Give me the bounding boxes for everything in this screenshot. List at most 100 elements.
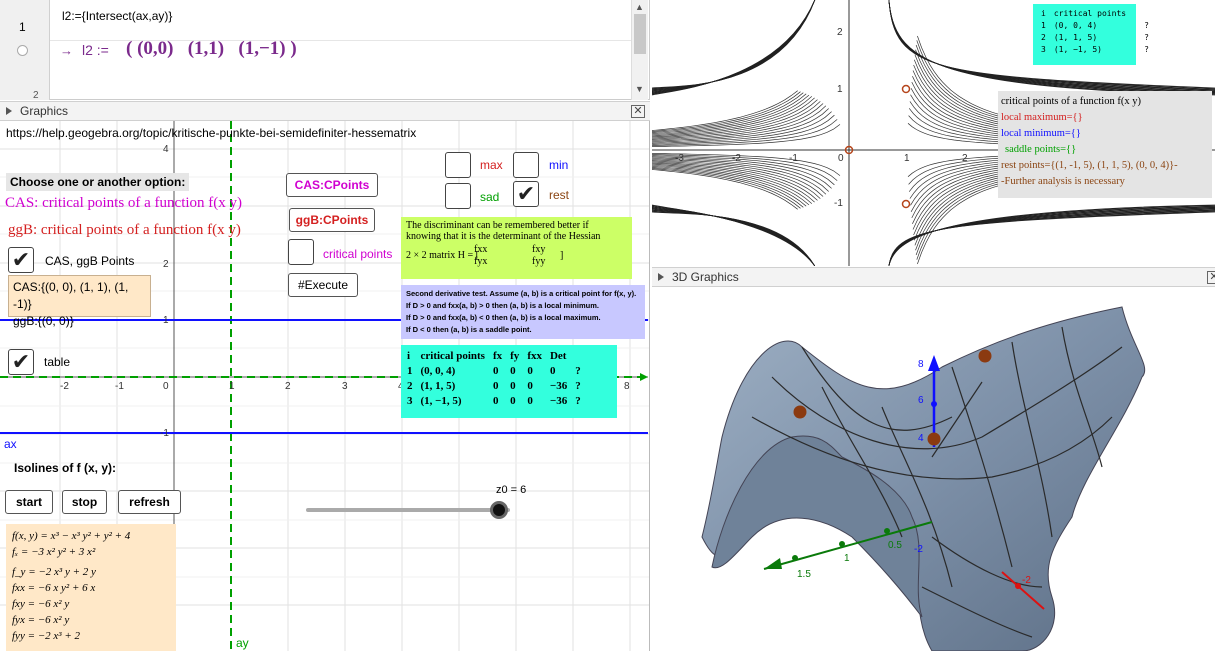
isoline [652,0,816,96]
info-rest: rest points={(1, -1, 5), (1, 1, 5), (0, … [1001,160,1178,171]
sad-checkbox[interactable] [445,183,471,209]
scroll-thumb[interactable] [634,14,646,54]
close-icon[interactable]: ✕ [631,105,645,118]
g2-x-tick: 2 [962,153,968,164]
cas-row-numbers: 1 2 [0,0,50,101]
z-axis-arrow-icon [928,355,940,371]
start-button[interactable]: start [5,490,53,514]
graphics-title: Graphics [20,104,69,118]
formula-f: f(x, y) = x³ − x³ y² + y² + 4 [12,530,131,542]
table-header: i [407,350,411,362]
z0-slider-knob[interactable] [489,501,508,519]
table-cell: 3 [407,395,413,407]
expand-triangle-icon[interactable] [658,273,664,281]
mini-table-cell: 1 [1041,21,1046,30]
ay-label: ay [236,636,249,650]
z0-slider-track[interactable] [306,508,510,512]
view3d-title: 3D Graphics [672,270,739,284]
table-row: 3 (1, −1, 5) 0 0 0 −36 ? [403,394,585,409]
close-icon[interactable]: ✕ [1207,271,1215,284]
isoline [652,209,816,266]
y-tick-point [792,555,798,561]
ggb-title: ggB: critical points of a function f(x y… [8,222,241,238]
scroll-down-icon[interactable]: ▼ [635,84,644,94]
cas-output-value: ( (0,0) (1,1) (1,−1) ) [126,38,297,59]
refresh-button[interactable]: refresh [118,490,181,514]
cas-ggb-points-checkbox[interactable]: ✔ [8,247,34,273]
x-tick: -2 [60,381,69,392]
mini-table-cell: ? [1144,45,1149,54]
graphics-view-header[interactable]: Graphics ✕ [0,101,650,121]
y-tick: -1 [160,428,169,439]
isoline [652,0,816,95]
formula-fyx: fyx = −6 x² y [12,614,70,626]
cas-cpoints-button[interactable]: CAS:CPoints [286,173,378,197]
cas-view: 1 2 l2:={Intersect(ax,ay)} → l2 := ( (0,… [0,0,650,101]
g2-x-tick: -1 [789,153,798,164]
slider-label: z0 = 6 [496,484,527,496]
table-cell: 0 [492,395,499,407]
info-further: -Further analysis is necessary [1001,176,1125,187]
info-max: local maximum={} [1001,112,1083,123]
table-header: Det [549,350,567,362]
second-derivative-test: Second derivative test. Assume (a, b) is… [401,285,645,339]
table-cell: (1, 1, 5) [420,380,456,392]
table-cell: ? [575,365,581,377]
mini-table-cell: (1, 1, 5) [1053,33,1098,42]
ggb-cpoints-button[interactable]: ggB:CPoints [289,208,375,232]
mini-table-cell: (1, −1, 5) [1053,45,1102,54]
hessian-fyy: fyy [532,256,546,267]
axis-arrow-icon [640,373,648,381]
test-line: If D < 0 then (a, b) is a saddle point. [406,325,532,334]
g2-x-tick: -2 [732,153,741,164]
critical-point-marker [901,199,911,209]
mini-table-row: 1 (0, 0, 4) ? [1037,20,1153,32]
x-axis-label: -2 [1022,575,1031,586]
axis-label: -2 [914,544,923,555]
test-line: Second derivative test. Assume (a, b) is… [406,289,637,298]
mini-table-cell: 2 [1041,33,1046,42]
g2-x-tick: 0 [838,153,844,164]
table-cell: 0 [527,380,533,392]
view3d-header[interactable]: 3D Graphics ✕ [652,267,1215,287]
min-label: min [549,158,569,172]
help-url-text[interactable]: https://help.geogebra.org/topic/kritisch… [6,126,416,140]
mini-table-header: i [1041,9,1046,18]
g2-y-tick: 2 [837,27,843,38]
table-cell: 0 [492,380,499,392]
isoline [652,0,816,93]
info-min: local minimum={} [1001,128,1081,139]
cas-output-arrow: → [60,43,73,58]
hessian-note-line: 2 × 2 matrix H = [ [406,250,479,261]
table-cell: ? [575,395,581,407]
table-row: 2 (1, 1, 5) 0 0 0 −36 ? [403,379,585,394]
cas-row-number-2: 2 [33,90,39,101]
critical-points-checkbox[interactable] [288,239,314,265]
cas-input[interactable]: l2:={Intersect(ax,ay)} [62,9,172,23]
ggb-result: ggB:{(0, 0)} [13,314,74,328]
expand-triangle-icon[interactable] [6,107,12,115]
max-checkbox[interactable] [445,152,471,178]
x-tick: 3 [342,381,348,392]
mini-table-cell: 3 [1041,45,1046,54]
isoline [652,0,816,92]
info-title: critical points of a function f(x y) [1001,96,1141,107]
y-tick: 4 [163,144,169,155]
y-axis-arrow-icon [764,558,782,569]
table-cell: 1 [407,365,413,377]
graphics-canvas[interactable]: -2 -1 0 1 2 3 4 8 4 2 1 -1 https://help.… [0,121,650,651]
table-checkbox[interactable]: ✔ [8,349,34,375]
graphics2-view[interactable]: -3 -2 -1 0 1 2 2 1 -1 i critical points … [652,0,1215,266]
execute-button[interactable]: #Execute [288,273,358,297]
mini-table-cell: ? [1144,21,1149,30]
stop-button[interactable]: stop [62,490,107,514]
y-axis-label: 0.5 [888,540,902,551]
rest-checkbox[interactable]: ✔ [513,181,539,207]
view3d-canvas[interactable]: 8 6 4 1.5 1 0.5 -2 -2 [652,287,1215,651]
critical-point-3d [978,349,992,363]
scroll-up-icon[interactable]: ▲ [635,2,644,12]
cas-row-toggle[interactable] [17,45,28,56]
y-axis-label: 1 [844,553,850,564]
cas-scrollbar[interactable]: ▲ ▼ [631,0,648,100]
min-checkbox[interactable] [513,152,539,178]
